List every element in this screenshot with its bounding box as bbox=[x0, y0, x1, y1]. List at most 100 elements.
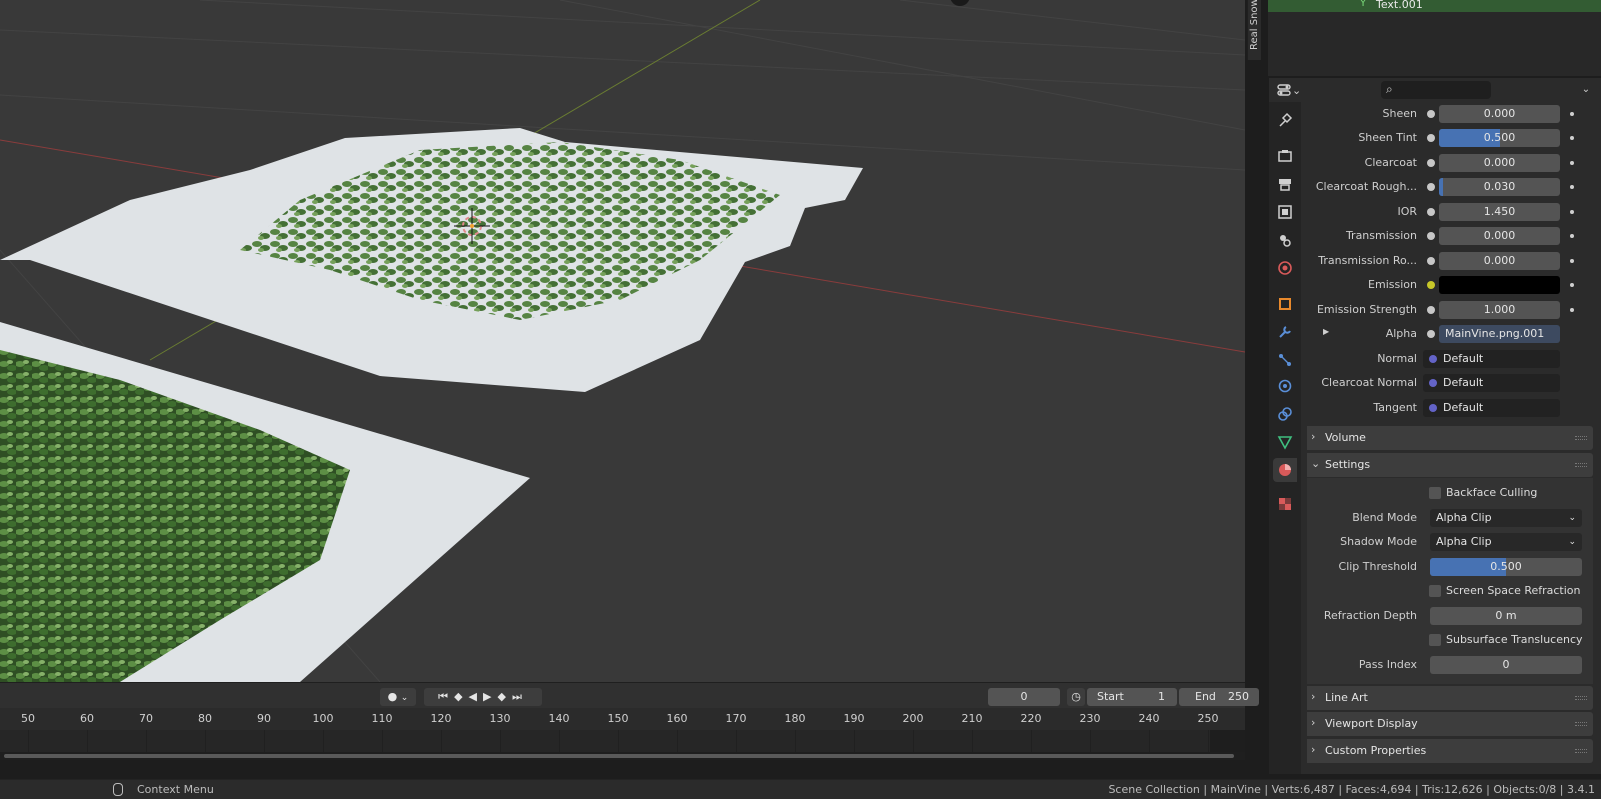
clip-threshold-slider[interactable]: 0.500 bbox=[1430, 558, 1582, 576]
tab-tool[interactable] bbox=[1273, 108, 1297, 132]
properties-options-dropdown[interactable]: ⌄ bbox=[1578, 81, 1594, 99]
shadow-mode-select[interactable]: Alpha Clip ⌄ bbox=[1430, 533, 1582, 551]
refraction-depth-field[interactable]: 0 m bbox=[1430, 607, 1582, 625]
socket-icon[interactable] bbox=[1427, 134, 1435, 142]
3d-viewport[interactable] bbox=[0, 0, 1245, 682]
current-frame-field[interactable]: 0 bbox=[988, 688, 1060, 706]
tab-particles[interactable] bbox=[1273, 348, 1297, 372]
frame-tick: 170 bbox=[725, 712, 747, 725]
keyframe-icon[interactable] bbox=[1570, 259, 1574, 263]
end-frame-field[interactable]: End 250 bbox=[1179, 688, 1259, 706]
properties-editor[interactable]: ⌄ ⌕ ⌄ Sheen 0.000 Sheen Tint 0.500 Clear… bbox=[1268, 78, 1601, 774]
keying-button[interactable]: ● ⌄ bbox=[380, 688, 416, 706]
tab-material[interactable] bbox=[1273, 458, 1297, 482]
socket-icon[interactable] bbox=[1427, 159, 1435, 167]
tab-view-layer[interactable] bbox=[1273, 200, 1297, 224]
tab-output[interactable] bbox=[1273, 172, 1297, 196]
keyframe-icon[interactable] bbox=[1570, 136, 1574, 140]
clearcoat-slider[interactable]: 0.000 bbox=[1439, 154, 1560, 172]
transmission-slider[interactable]: 0.000 bbox=[1439, 227, 1560, 245]
prop-transmission-roughness: Transmission Ro... 0.000 bbox=[1307, 249, 1593, 273]
jump-end-icon[interactable]: ⏭ bbox=[512, 690, 528, 703]
socket-icon[interactable] bbox=[1427, 110, 1435, 118]
keyframe-icon[interactable] bbox=[1570, 283, 1574, 287]
normal-input[interactable]: Default bbox=[1423, 350, 1560, 368]
tab-object[interactable] bbox=[1273, 292, 1297, 316]
tab-constraints[interactable] bbox=[1273, 402, 1297, 426]
keyframe-icon[interactable] bbox=[1570, 112, 1574, 116]
panel-viewport-display[interactable]: › Viewport Display bbox=[1307, 712, 1593, 736]
ior-field[interactable]: 1.450 bbox=[1439, 203, 1560, 221]
playback-controls[interactable]: ⏮◆◀▶◆⏭ bbox=[424, 688, 542, 706]
backface-culling-checkbox[interactable] bbox=[1429, 487, 1441, 499]
sidebar-tab-real-snow[interactable]: Real Snow bbox=[1247, 0, 1261, 60]
tab-texture[interactable] bbox=[1273, 492, 1297, 516]
drag-grip-icon[interactable] bbox=[1575, 436, 1587, 440]
keyframe-icon[interactable] bbox=[1570, 210, 1574, 214]
properties-search-input[interactable]: ⌕ bbox=[1381, 81, 1491, 99]
scene-icon bbox=[1280, 235, 1291, 247]
prop-label: Clearcoat Normal bbox=[1321, 376, 1417, 389]
search-icon: ⌕ bbox=[1386, 82, 1393, 96]
keyframe-icon[interactable] bbox=[1570, 161, 1574, 165]
pass-index-field[interactable]: 0 bbox=[1430, 656, 1582, 674]
socket-icon[interactable] bbox=[1427, 232, 1435, 240]
tab-render[interactable] bbox=[1273, 144, 1297, 168]
panel-settings[interactable]: ⌄ Settings bbox=[1307, 453, 1593, 477]
frame-tick: 100 bbox=[312, 712, 334, 725]
stopwatch-icon[interactable]: ◷ bbox=[1067, 688, 1085, 706]
socket-icon[interactable] bbox=[1427, 208, 1435, 216]
clearcoat-roughness-slider[interactable]: 0.030 bbox=[1439, 178, 1560, 196]
blend-mode-select[interactable]: Alpha Clip ⌄ bbox=[1430, 509, 1582, 527]
timeline[interactable]: ● ⌄ ⏮◆◀▶◆⏭ 0 ◷ Start 1 End 250 50 60 70 80… bbox=[0, 682, 1259, 760]
start-frame-field[interactable]: Start 1 bbox=[1087, 688, 1177, 706]
panel-line-art[interactable]: › Line Art bbox=[1307, 686, 1593, 710]
emission-strength-field[interactable]: 1.000 bbox=[1439, 301, 1560, 319]
socket-icon[interactable] bbox=[1427, 183, 1435, 191]
viewport-scene bbox=[0, 0, 1245, 682]
view-layer-icon bbox=[1278, 205, 1292, 219]
play-icon[interactable]: ▶ bbox=[483, 690, 497, 703]
outliner[interactable]: Ϋ Text.001 bbox=[1268, 0, 1601, 76]
socket-icon[interactable] bbox=[1427, 257, 1435, 265]
drag-grip-icon[interactable] bbox=[1575, 463, 1587, 467]
tab-data[interactable] bbox=[1273, 430, 1297, 454]
tab-world[interactable] bbox=[1273, 256, 1297, 280]
sheen-field[interactable]: 0.000 bbox=[1439, 105, 1560, 123]
timeline-scrollbar[interactable] bbox=[0, 752, 1245, 760]
timeline-ruler[interactable]: 50 60 70 80 90 100 110 120 130 140 150 1… bbox=[0, 708, 1245, 730]
panel-custom-properties[interactable]: › Custom Properties bbox=[1307, 739, 1593, 763]
keyframe-icon[interactable] bbox=[1570, 234, 1574, 238]
setting-backface-culling: Backface Culling bbox=[1307, 482, 1593, 504]
jump-start-icon[interactable]: ⏮ bbox=[438, 690, 454, 703]
clearcoat-normal-input[interactable]: Default bbox=[1423, 374, 1560, 392]
transmission-roughness-slider[interactable]: 0.000 bbox=[1439, 252, 1560, 270]
drag-grip-icon[interactable] bbox=[1575, 696, 1587, 700]
tangent-input[interactable]: Default bbox=[1423, 399, 1560, 417]
subsurface-translucency-checkbox[interactable] bbox=[1429, 634, 1441, 646]
drag-grip-icon[interactable] bbox=[1575, 722, 1587, 726]
keyframe-icon[interactable] bbox=[1570, 185, 1574, 189]
panel-volume[interactable]: › Volume bbox=[1307, 426, 1593, 450]
drag-grip-icon[interactable] bbox=[1575, 749, 1587, 753]
screen-space-refraction-checkbox[interactable] bbox=[1429, 585, 1441, 597]
socket-icon[interactable] bbox=[1427, 306, 1435, 314]
alpha-linked-texture[interactable]: MainVine.png.001 bbox=[1439, 325, 1560, 343]
play-reverse-icon[interactable]: ◀ bbox=[469, 690, 483, 703]
editor-type-button[interactable]: ⌄ bbox=[1277, 81, 1303, 99]
next-keyframe-icon[interactable]: ◆ bbox=[497, 690, 511, 703]
tab-physics[interactable] bbox=[1273, 374, 1297, 398]
expand-arrow-icon[interactable]: ▶ bbox=[1323, 327, 1329, 336]
socket-icon[interactable] bbox=[1427, 330, 1435, 338]
keyframe-icon[interactable] bbox=[1570, 308, 1574, 312]
tab-modifiers[interactable] bbox=[1273, 320, 1297, 344]
scrollbar-thumb[interactable] bbox=[4, 754, 1234, 758]
socket-icon[interactable] bbox=[1427, 281, 1435, 289]
sheen-tint-slider[interactable]: 0.500 bbox=[1439, 129, 1560, 147]
tab-scene[interactable] bbox=[1273, 228, 1297, 252]
emission-color-swatch[interactable] bbox=[1439, 276, 1560, 294]
chevron-down-icon: ⌄ bbox=[1568, 513, 1576, 523]
prev-keyframe-icon[interactable]: ◆ bbox=[454, 690, 468, 703]
setting-screen-space-refraction: Screen Space Refraction bbox=[1307, 580, 1593, 602]
outliner-row-selected[interactable]: Ϋ Text.001 bbox=[1268, 0, 1601, 12]
